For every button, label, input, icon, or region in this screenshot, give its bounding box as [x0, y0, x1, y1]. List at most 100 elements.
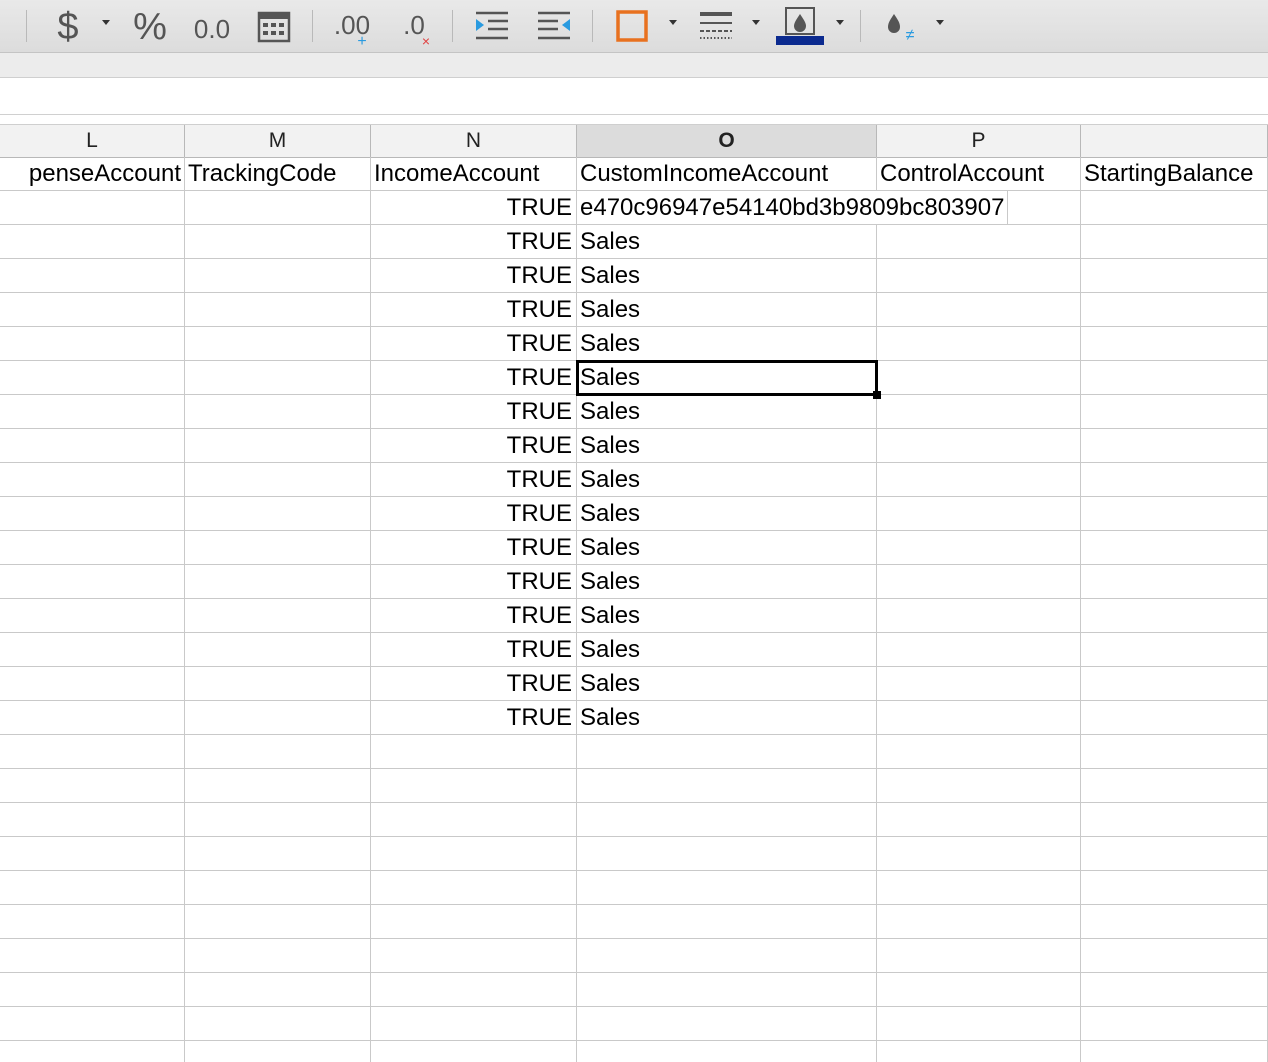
cell[interactable]: [1081, 429, 1268, 463]
cell[interactable]: [0, 837, 185, 871]
cell[interactable]: Sales: [577, 599, 877, 633]
cell[interactable]: [185, 565, 371, 599]
cell[interactable]: [0, 599, 185, 633]
cell[interactable]: TRUE: [371, 429, 577, 463]
date-format-icon[interactable]: [252, 0, 296, 52]
cell[interactable]: [371, 1041, 577, 1062]
cell[interactable]: Sales: [577, 327, 877, 361]
cell[interactable]: [185, 871, 371, 905]
cell[interactable]: [1081, 361, 1268, 395]
column-header-L[interactable]: L: [0, 125, 185, 157]
cell[interactable]: [1081, 191, 1268, 225]
cell[interactable]: [877, 939, 1081, 973]
header-cell[interactable]: StartingBalance: [1081, 157, 1268, 191]
column-header-M[interactable]: M: [185, 125, 371, 157]
cell[interactable]: [877, 1041, 1081, 1062]
cell[interactable]: [1081, 905, 1268, 939]
cell[interactable]: [185, 531, 371, 565]
cell[interactable]: Sales: [577, 259, 877, 293]
currency-dropdown-arrow[interactable]: [102, 20, 110, 25]
cell[interactable]: [1081, 225, 1268, 259]
conditional-format-dropdown-arrow[interactable]: [936, 20, 944, 25]
cell[interactable]: [577, 973, 877, 1007]
cell[interactable]: [0, 1007, 185, 1041]
cell[interactable]: [185, 191, 371, 225]
cell[interactable]: [185, 939, 371, 973]
cell[interactable]: [577, 939, 877, 973]
cell[interactable]: Sales: [577, 361, 877, 395]
cell[interactable]: [577, 735, 877, 769]
cell[interactable]: [1081, 1041, 1268, 1062]
cell[interactable]: [1081, 1007, 1268, 1041]
cell[interactable]: TRUE: [371, 259, 577, 293]
cell[interactable]: [1081, 633, 1268, 667]
cell[interactable]: [371, 871, 577, 905]
cell[interactable]: TRUE: [371, 327, 577, 361]
cell[interactable]: [0, 769, 185, 803]
borders-icon[interactable]: [610, 0, 654, 52]
cell[interactable]: Sales: [577, 701, 877, 735]
formula-bar[interactable]: [0, 78, 1268, 115]
fill-handle[interactable]: [873, 391, 881, 399]
cell[interactable]: [877, 463, 1081, 497]
cell[interactable]: [877, 803, 1081, 837]
cell[interactable]: TRUE: [371, 531, 577, 565]
add-decimal-icon[interactable]: .00 +: [330, 0, 374, 52]
cell[interactable]: [577, 1041, 877, 1062]
cell[interactable]: [0, 565, 185, 599]
cell[interactable]: [185, 395, 371, 429]
cell[interactable]: [877, 905, 1081, 939]
cell[interactable]: [577, 837, 877, 871]
cell[interactable]: [1081, 565, 1268, 599]
cell[interactable]: [185, 837, 371, 871]
cell[interactable]: [1081, 803, 1268, 837]
header-cell[interactable]: CustomIncomeAccount: [577, 157, 877, 191]
cell[interactable]: [877, 871, 1081, 905]
cell[interactable]: TRUE: [371, 667, 577, 701]
cell[interactable]: TRUE: [371, 191, 577, 225]
cell[interactable]: [577, 871, 877, 905]
cell[interactable]: [1081, 463, 1268, 497]
cell[interactable]: [185, 667, 371, 701]
cell[interactable]: [1081, 735, 1268, 769]
cell[interactable]: [185, 463, 371, 497]
cell[interactable]: [0, 1041, 185, 1062]
header-cell[interactable]: TrackingCode: [185, 157, 371, 191]
percent-format-icon[interactable]: %: [128, 0, 172, 52]
cell[interactable]: [371, 803, 577, 837]
cell[interactable]: [0, 293, 185, 327]
cell[interactable]: [1081, 497, 1268, 531]
cell[interactable]: [877, 599, 1081, 633]
cell[interactable]: Sales: [577, 531, 877, 565]
cell[interactable]: [371, 939, 577, 973]
cell[interactable]: [185, 293, 371, 327]
cell[interactable]: [577, 1007, 877, 1041]
border-color-dropdown-arrow[interactable]: [836, 20, 844, 25]
column-header-O[interactable]: O: [577, 125, 877, 157]
cell[interactable]: [877, 531, 1081, 565]
cell[interactable]: [0, 259, 185, 293]
cell[interactable]: [371, 837, 577, 871]
cell[interactable]: [185, 769, 371, 803]
cell[interactable]: [0, 667, 185, 701]
cell[interactable]: TRUE: [371, 633, 577, 667]
cell[interactable]: [1081, 531, 1268, 565]
cell[interactable]: [1081, 769, 1268, 803]
decrease-indent-icon[interactable]: [532, 0, 576, 52]
cell[interactable]: [877, 769, 1081, 803]
cell[interactable]: Sales: [577, 395, 877, 429]
cell[interactable]: [185, 803, 371, 837]
cell[interactable]: TRUE: [371, 701, 577, 735]
cell[interactable]: [1081, 871, 1268, 905]
cell[interactable]: Sales: [577, 497, 877, 531]
cell[interactable]: [0, 395, 185, 429]
cell[interactable]: [877, 735, 1081, 769]
cell[interactable]: [1081, 939, 1268, 973]
cell[interactable]: [877, 973, 1081, 1007]
cell[interactable]: [185, 599, 371, 633]
cell[interactable]: [0, 939, 185, 973]
cell[interactable]: [877, 361, 1081, 395]
cell[interactable]: [185, 259, 371, 293]
cell[interactable]: [185, 429, 371, 463]
cell[interactable]: [877, 259, 1081, 293]
